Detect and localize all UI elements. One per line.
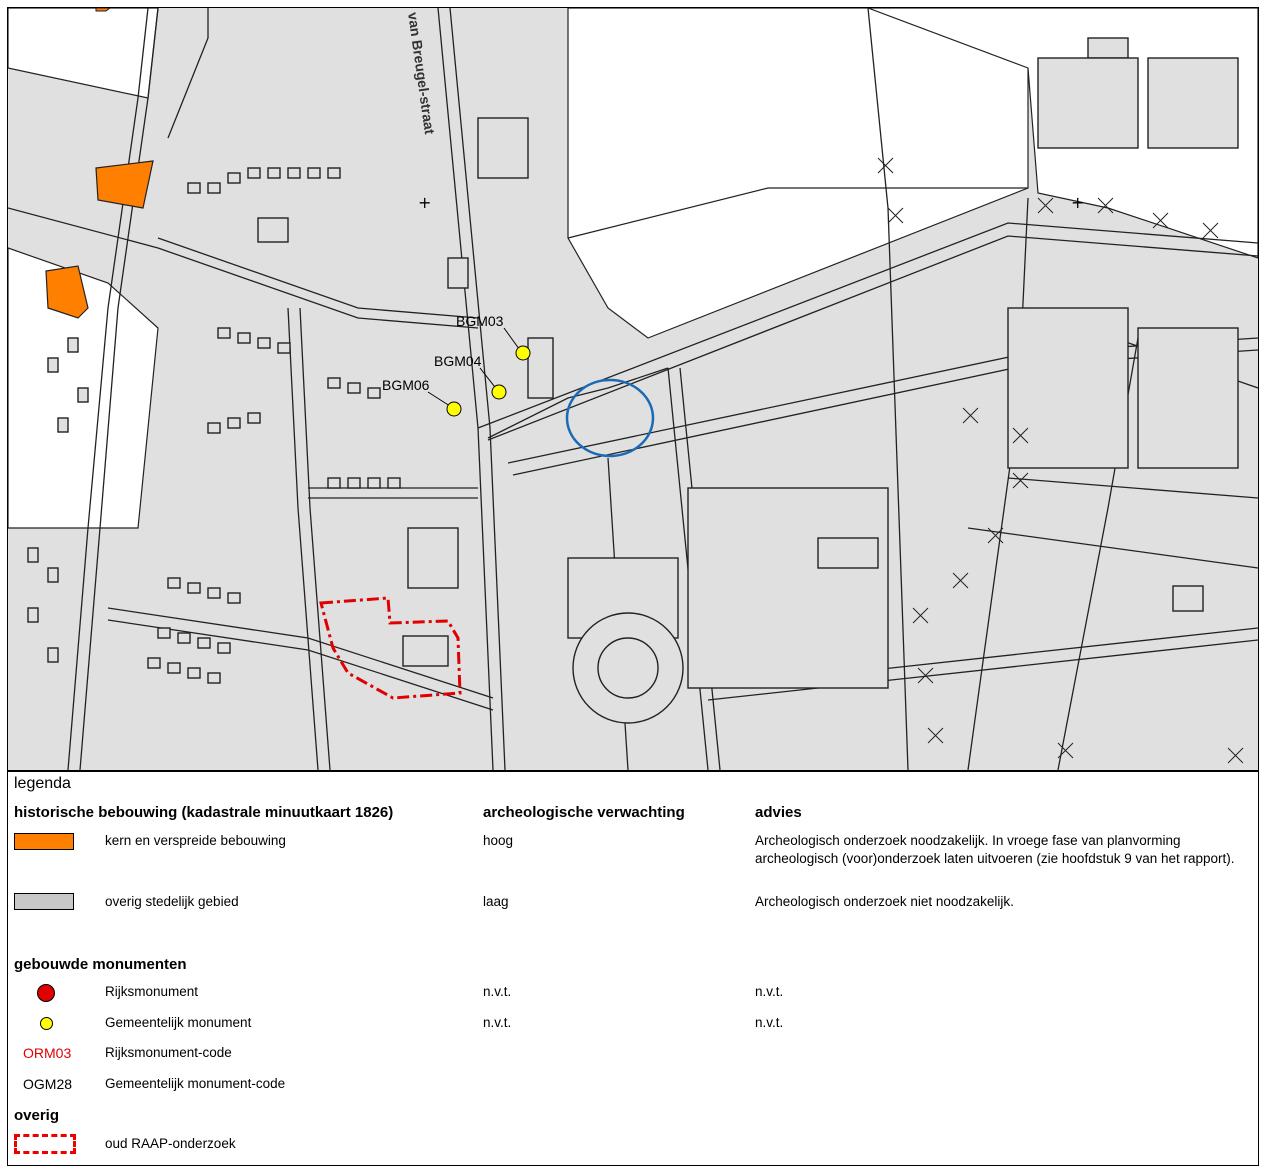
yellow-dot-icon [40,1017,53,1030]
legend-row-advice-line1: Archeologisch onderzoek noodzakelijk. In… [755,833,1181,848]
legend-monument-label: Gemeentelijk monument [105,1015,252,1030]
red-dot-icon [37,984,55,1002]
raap-outline-swatch [14,1134,76,1154]
legend-row-expectation: hoog [483,833,514,848]
historic-building[interactable] [95,160,154,209]
legend-monument-label: Rijksmonument [105,984,199,999]
legend-header-monuments: gebouwde monumenten [14,956,187,973]
legend-monument-advice: n.v.t. [755,1015,784,1030]
legend-row-label: kern en verspreide bebouwing [105,833,286,848]
monument-bgm03-marker[interactable] [515,345,531,361]
legend-header-historic: historische bebouwing (kadastrale minuut… [14,804,394,821]
legend-panel: legenda historische bebouwing (kadastral… [7,771,1259,1166]
svg-text:+: + [418,193,431,212]
legend-row-advice-line2: archeologisch (voor)onderzoek laten uitv… [755,851,1235,866]
monument-bgm06-marker[interactable] [446,401,462,417]
legend-row-label: overig stedelijk gebied [105,894,239,909]
monument-label-bgm04: BGM04 [434,353,482,369]
legend-row-advice-line1: Archeologisch onderzoek niet noodzakelij… [755,894,1014,909]
legend-title: legenda [14,775,71,792]
swatch-urban-area [14,893,74,910]
legend-code-label: Gemeentelijk monument-code [105,1076,286,1091]
legend-monument-expectation: n.v.t. [483,1015,512,1030]
legend-header-expectation: archeologische verwachting [483,804,685,821]
swatch-historic-core [14,833,74,850]
map-panel[interactable]: .u{fill:#e0e0e0;stroke:#222;stroke-width… [7,7,1259,771]
legend-monument-advice: n.v.t. [755,984,784,999]
legend-code-label: Rijksmonument-code [105,1045,232,1060]
svg-text:+: + [1071,193,1084,212]
legend-header-advice: advies [755,804,802,821]
map-canvas[interactable]: .u{fill:#e0e0e0;stroke:#222;stroke-width… [8,8,1258,770]
monument-bgm04-marker[interactable] [491,384,507,400]
legend-code-gemeente: OGM28 [23,1076,73,1092]
monument-label-bgm06: BGM06 [382,377,430,393]
legend-other-label: oud RAAP-onderzoek [105,1136,236,1151]
monument-label-bgm03: BGM03 [456,313,504,329]
legend-monument-expectation: n.v.t. [483,984,512,999]
legend-code-rijks: ORM03 [23,1045,72,1061]
legend-header-other: overig [14,1107,60,1124]
legend-row-expectation: laag [483,894,509,909]
